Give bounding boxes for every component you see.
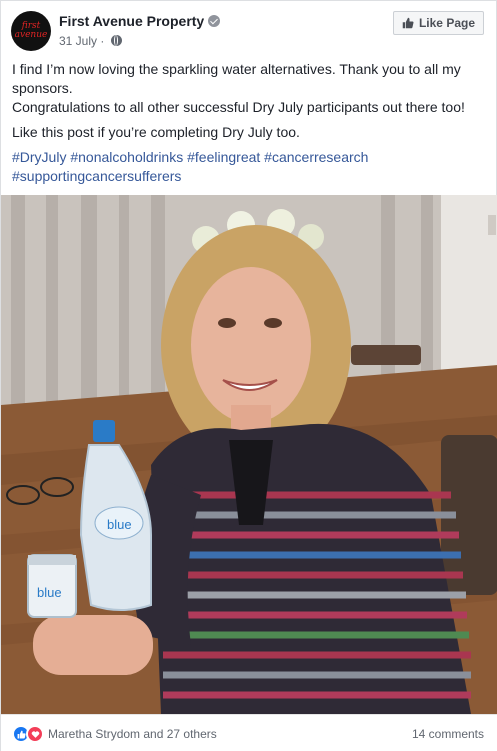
post-card: first avenue First Avenue Property 31 Ju… [0,0,497,751]
reactors-text[interactable]: Maretha Strydom and 27 others [48,727,217,741]
hashtag-link[interactable]: #DryJuly [12,149,66,165]
post-photo[interactable]: blue blue [1,195,497,714]
globe-icon [110,35,122,46]
meta-separator: · [100,34,105,48]
page-name-link[interactable]: First Avenue Property [59,13,221,29]
hashtag-link[interactable]: #supportingcancersufferers [12,168,181,184]
post-date[interactable]: 31 July [59,34,97,48]
verified-icon [208,15,221,27]
like-page-label: Like Page [418,16,475,30]
post-footer: Maretha Strydom and 27 others 14 comment… [1,714,497,751]
hashtag-link[interactable]: #cancerresearch [264,149,368,165]
page-avatar[interactable]: first avenue [11,11,51,51]
can-brand-text: blue [37,585,62,600]
love-reaction-icon [26,725,44,743]
page-name[interactable]: First Avenue Property [59,13,204,29]
post-paragraph-1: I find I’m now loving the sparkling wate… [12,61,461,96]
post-paragraph-2: Congratulations to all other successful … [12,99,465,115]
reaction-summary[interactable]: Maretha Strydom and 27 others [12,725,217,743]
hashtag-link[interactable]: #nonalcoholdrinks [70,149,183,165]
avatar-logo-line2: avenue [14,30,48,40]
thumbs-up-icon [402,17,414,29]
bottle-brand-text: blue [107,517,132,532]
hashtag-link[interactable]: #feelingreat [187,149,260,165]
post-text: I find I’m now loving the sparkling wate… [12,60,488,192]
post-paragraph-3: Like this post if you’re completing Dry … [12,124,300,140]
post-meta: 31 July · [59,34,122,48]
like-page-button[interactable]: Like Page [392,11,484,35]
comments-count[interactable]: 14 comments [412,727,484,741]
post-header: first avenue First Avenue Property 31 Ju… [11,11,486,53]
photo-illustration: blue blue [1,195,497,714]
hashtag-list: #DryJuly #nonalcoholdrinks #feelingreat … [12,148,488,186]
